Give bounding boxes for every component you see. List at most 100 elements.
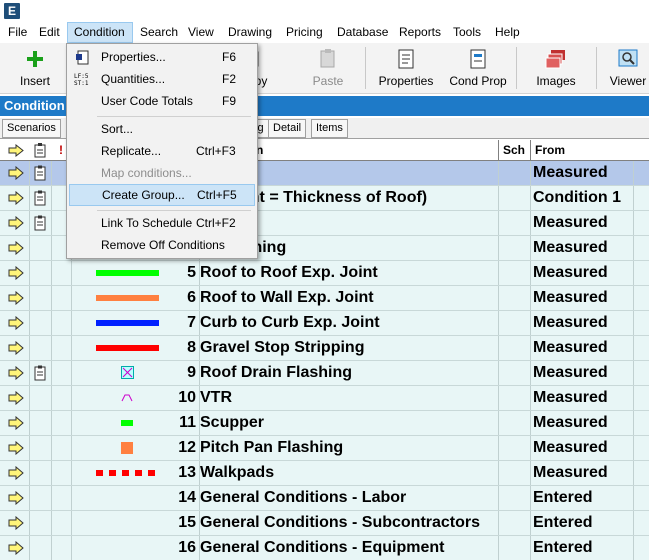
line-style-orange — [96, 295, 159, 301]
paste-button[interactable]: Paste — [308, 45, 348, 91]
flag-column-icon: ! — [59, 143, 63, 157]
arrow-icon[interactable] — [8, 516, 24, 530]
flag-cell — [52, 486, 72, 510]
properties-button[interactable]: Properties — [378, 45, 434, 91]
condition-name: General Conditions - Equipment — [200, 539, 445, 556]
menu-file[interactable]: File — [2, 22, 33, 43]
clipboard-icon[interactable] — [34, 190, 46, 206]
table-row[interactable]: 9 Roof Drain Flashing Measured — [0, 361, 649, 386]
table-row[interactable]: 13 Walkpads Measured — [0, 461, 649, 486]
clipboard-icon[interactable] — [34, 215, 46, 231]
arrow-icon[interactable] — [8, 241, 24, 255]
images-button[interactable]: Images — [534, 45, 578, 91]
sch-cell — [499, 536, 531, 560]
menu-user-code-totals[interactable]: User Code Totals F9 — [69, 90, 255, 112]
walkpad-dash — [148, 470, 155, 476]
menu-remove-off-conditions[interactable]: Remove Off Conditions — [69, 234, 255, 256]
arrow-icon[interactable] — [8, 191, 24, 205]
menu-pricing[interactable]: Pricing — [280, 22, 329, 43]
arrow-icon[interactable] — [8, 266, 24, 280]
paste-icon — [320, 49, 335, 68]
arrow-icon[interactable] — [8, 166, 24, 180]
menu-properties[interactable]: Properties... F6 — [69, 46, 255, 68]
menu-reports[interactable]: Reports — [393, 22, 447, 43]
menu-drawing[interactable]: Drawing — [222, 22, 278, 43]
table-row[interactable]: 15 General Conditions - Subcontractors Ent… — [0, 511, 649, 536]
menu-database[interactable]: Database — [331, 22, 394, 43]
menu-edit[interactable]: Edit — [33, 22, 66, 43]
tab-items[interactable]: Items — [311, 119, 348, 138]
table-row[interactable]: 8 Gravel Stop Stripping Measured — [0, 336, 649, 361]
flag-cell — [52, 311, 72, 335]
table-row[interactable]: 16 General Conditions - Equipment Entered — [0, 536, 649, 560]
menu-condition[interactable]: Condition — [67, 22, 133, 43]
menu-sort[interactable]: Sort... — [69, 118, 255, 140]
from-column-header[interactable]: From — [535, 140, 565, 160]
arrow-icon[interactable] — [8, 416, 24, 430]
table-row[interactable]: 10 VTR Measured — [0, 386, 649, 411]
pitch-pan-symbol — [121, 442, 133, 454]
menu-quantities[interactable]: LF:5 ST:1 Quantities... F2 — [69, 68, 255, 90]
drain-symbol-icon — [121, 366, 134, 379]
condition-style — [90, 261, 165, 285]
line-style-red — [96, 345, 159, 351]
sch-cell — [499, 286, 531, 310]
condition-number: 5 — [187, 264, 196, 281]
table-row[interactable]: 14 General Conditions - Labor Entered — [0, 486, 649, 511]
toolbar-separator — [516, 47, 517, 89]
table-row[interactable]: 5 Roof to Roof Exp. Joint Measured — [0, 261, 649, 286]
menu-link-to-schedule[interactable]: Link To Schedule Ctrl+F2 — [69, 212, 255, 234]
condition-style — [90, 511, 165, 535]
menu-view[interactable]: View — [182, 22, 220, 43]
condition-name: Roof to Wall Exp. Joint — [200, 289, 374, 306]
insert-button[interactable]: Insert — [14, 45, 56, 91]
arrow-icon[interactable] — [8, 316, 24, 330]
menu-tools[interactable]: Tools — [447, 22, 487, 43]
condition-style — [90, 336, 165, 360]
arrow-icon[interactable] — [8, 466, 24, 480]
sch-cell — [499, 411, 531, 435]
cond-prop-button[interactable]: Cond Prop — [448, 45, 508, 91]
table-row[interactable]: 6 Roof to Wall Exp. Joint Measured — [0, 286, 649, 311]
cond-prop-icon — [470, 49, 486, 69]
condition-name: Roof to Roof Exp. Joint — [200, 264, 378, 281]
menu-replicate[interactable]: Replicate... Ctrl+F3 — [69, 140, 255, 162]
arrow-icon[interactable] — [8, 541, 24, 555]
menu-create-group[interactable]: Create Group... Ctrl+F5 — [69, 184, 255, 206]
table-row[interactable]: 7 Curb to Curb Exp. Joint Measured — [0, 311, 649, 336]
toolbar-separator — [596, 47, 597, 89]
flag-cell — [52, 511, 72, 535]
arrow-icon[interactable] — [8, 491, 24, 505]
tab-scenarios[interactable]: Scenarios — [2, 119, 61, 138]
arrow-icon[interactable] — [8, 341, 24, 355]
flag-cell — [52, 336, 72, 360]
menu-search[interactable]: Search — [134, 22, 184, 43]
condition-from: Measured — [533, 339, 608, 356]
clipboard-icon[interactable] — [34, 165, 46, 181]
table-row[interactable]: 12 Pitch Pan Flashing Measured — [0, 436, 649, 461]
app-logo-icon[interactable]: E — [4, 3, 20, 19]
scupper-symbol — [121, 420, 133, 426]
tab-detail[interactable]: Detail — [268, 119, 307, 138]
arrow-icon[interactable] — [8, 291, 24, 305]
condition-from: Measured — [533, 164, 608, 181]
clipboard-icon[interactable] — [34, 365, 46, 381]
menu-separator — [97, 210, 251, 211]
column-divider — [530, 140, 531, 160]
properties-icon — [76, 50, 89, 65]
condition-number: 8 — [187, 339, 196, 356]
arrow-icon[interactable] — [8, 441, 24, 455]
sch-column-header[interactable]: Sch — [503, 140, 525, 160]
table-row[interactable]: 11 Scupper Measured — [0, 411, 649, 436]
condition-name: Scupper — [200, 414, 265, 431]
arrow-icon[interactable] — [8, 391, 24, 405]
condition-from: Measured — [533, 214, 608, 231]
sch-cell — [499, 161, 531, 185]
viewer-button[interactable]: Viewer — [608, 45, 648, 91]
arrow-icon[interactable] — [8, 366, 24, 380]
menu-map-conditions[interactable]: Map conditions... — [69, 162, 255, 184]
arrow-header-icon — [8, 144, 24, 157]
arrow-icon[interactable] — [8, 216, 24, 230]
menu-help[interactable]: Help — [489, 22, 526, 43]
condition-from: Measured — [533, 264, 608, 281]
